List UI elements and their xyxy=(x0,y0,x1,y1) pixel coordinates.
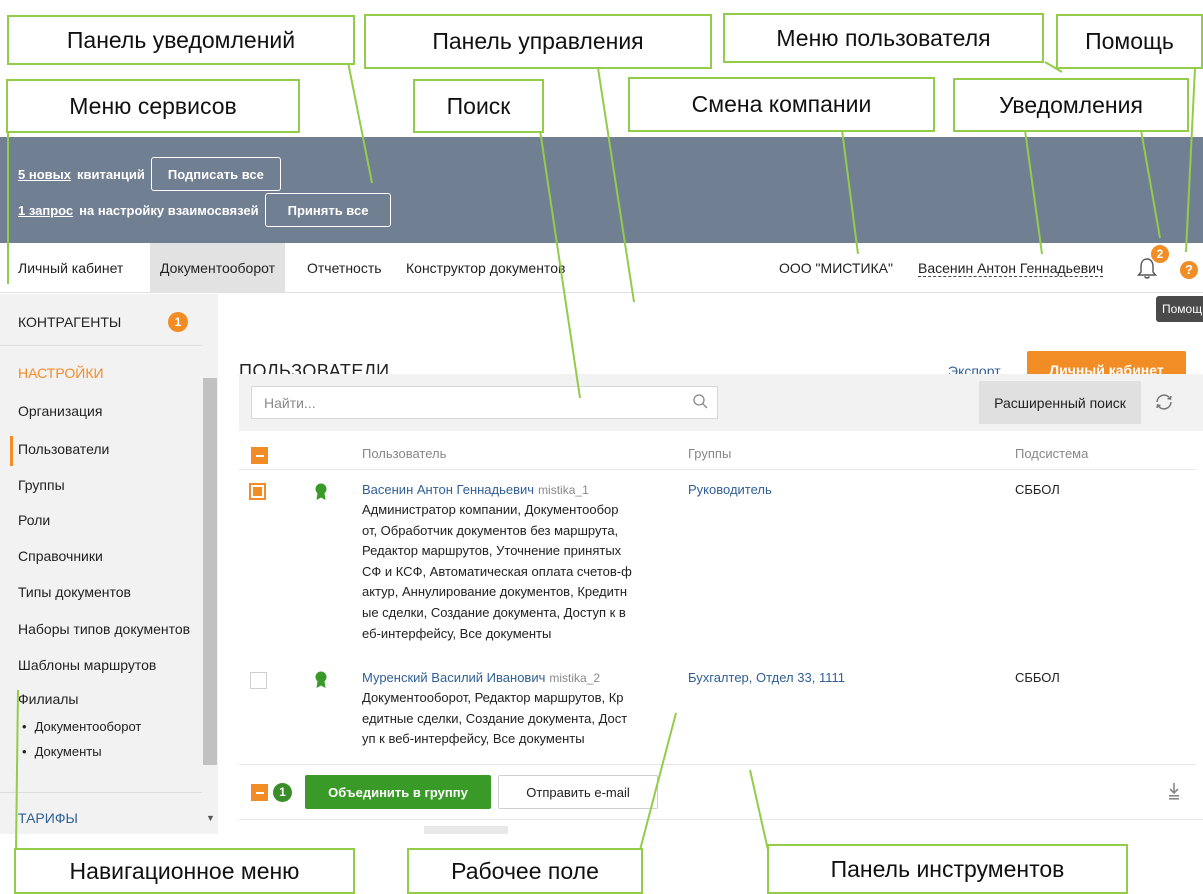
sidebar-item-route-templates[interactable]: Шаблоны маршрутов xyxy=(18,657,156,673)
subsystem-value: СББОЛ xyxy=(1015,482,1060,497)
callout-control-panel: Панель управления xyxy=(364,14,712,69)
download-icon[interactable] xyxy=(1167,782,1181,800)
user-roles: Документооборот, Редактор маршрутов, Кр … xyxy=(362,688,682,750)
sidebar-divider xyxy=(0,792,202,793)
help-tooltip: Помощь xyxy=(1156,296,1203,322)
notification-row-receipts: 5 новых квитанций Подписать все xyxy=(18,157,281,191)
user-menu[interactable]: Васенин Антон Геннадьевич xyxy=(918,260,1104,277)
send-email-button[interactable]: Отправить e-mail xyxy=(498,775,658,809)
service-reporting[interactable]: Отчетность xyxy=(307,243,382,293)
sidebar-item-directories[interactable]: Справочники xyxy=(18,548,103,564)
column-header-groups[interactable]: Группы xyxy=(688,446,731,461)
search-input[interactable] xyxy=(251,386,718,419)
sidebar-item-document-type-sets[interactable]: Наборы типов документов xyxy=(18,621,203,637)
pagination-fragment xyxy=(424,826,508,834)
roles-line: Документооборот, Редактор маршрутов, Кр xyxy=(362,690,624,705)
sidebar-subitem-documents[interactable]: Документы xyxy=(22,744,102,759)
select-all-checkbox[interactable] xyxy=(251,447,268,464)
roles-line: ые сделки, Создание документа, Доступ к … xyxy=(362,604,626,620)
column-header-user[interactable]: Пользователь xyxy=(362,446,446,461)
user-name[interactable]: Муренский Василий Иванович xyxy=(362,670,545,685)
roles-line: Администратор компании, Документообор xyxy=(362,502,619,517)
advanced-search-button[interactable]: Расширенный поиск xyxy=(979,381,1141,424)
callout-company-switch: Смена компании xyxy=(628,77,935,132)
group-link[interactable]: Бухгалтер xyxy=(688,670,749,685)
service-document-builder[interactable]: Конструктор документов xyxy=(406,243,565,293)
user-roles: Администратор компании, Документообор от… xyxy=(362,500,682,644)
service-document-flow[interactable]: Документооборот xyxy=(150,243,286,293)
notification-row-requests: 1 запрос на настройку взаимосвязей Приня… xyxy=(18,193,392,227)
merge-into-group-button[interactable]: Объединить в группу xyxy=(305,775,491,809)
sidebar-item-branches[interactable]: Филиалы xyxy=(18,691,78,707)
roles-line: от, Обработчик документов без маршрута, xyxy=(362,522,619,538)
group-link[interactable]: Руководитель xyxy=(688,482,772,497)
sidebar-item-users[interactable]: Пользователи xyxy=(18,441,109,457)
sidebar-settings-heading[interactable]: НАСТРОЙКИ xyxy=(18,365,104,381)
callout-search: Поиск xyxy=(413,79,544,133)
user-name[interactable]: Васенин Антон Геннадьевич xyxy=(362,482,534,497)
services-menu: Личный кабинет Документооборот Отчетност… xyxy=(0,243,1203,293)
callout-user-menu: Меню пользователя xyxy=(723,13,1044,63)
roles-line: актур, Аннулирование документов, Кредитн xyxy=(362,584,628,600)
notification-count-badge: 2 xyxy=(1151,245,1169,263)
sidebar-counterparties[interactable]: КОНТРАГЕНТЫ xyxy=(18,314,121,330)
column-header-subsystem[interactable]: Подсистема xyxy=(1015,446,1088,461)
new-receipts-link[interactable]: 5 новых xyxy=(18,167,71,182)
medal-icon xyxy=(315,483,327,500)
callout-navigation-menu: Навигационное меню xyxy=(14,848,355,894)
row-checkbox[interactable] xyxy=(249,483,266,500)
help-icon[interactable]: ? xyxy=(1180,261,1198,279)
group-link[interactable]: Отдел 33 xyxy=(756,670,812,685)
sidebar-subitem-document-flow[interactable]: Документооборот xyxy=(22,719,142,734)
callout-work-area: Рабочее поле xyxy=(407,848,643,894)
receipts-text: квитанций xyxy=(76,166,145,182)
row-checkbox[interactable] xyxy=(250,672,267,689)
selected-count-badge: 1 xyxy=(273,783,292,802)
callout-notifications: Уведомления xyxy=(953,78,1189,132)
user-login: mistika_1 xyxy=(538,483,589,497)
roles-line: уп к веб-интерфейсу, Все документы xyxy=(362,731,585,747)
user-login: mistika_2 xyxy=(549,671,601,685)
chevron-down-icon[interactable]: ▼ xyxy=(206,813,215,823)
group-separator: , xyxy=(811,670,819,685)
sidebar-active-indicator xyxy=(10,436,13,466)
callout-help: Помощь xyxy=(1056,14,1203,69)
group-separator: , xyxy=(748,670,757,685)
refresh-icon[interactable] xyxy=(1152,390,1176,414)
company-switch[interactable]: ООО "МИСТИКА" xyxy=(779,243,893,293)
sidebar-tariffs[interactable]: ТАРИФЫ xyxy=(18,810,78,826)
sidebar-scroll-thumb[interactable] xyxy=(203,378,217,765)
roles-line: Редактор маршрутов, Уточнение принятых xyxy=(362,543,622,559)
sign-all-button[interactable]: Подписать все xyxy=(150,157,281,191)
roles-line: едитные сделки, Создание документа, Дост xyxy=(362,710,628,726)
callout-notification-panel: Панель уведомлений xyxy=(7,15,355,65)
user-name-link[interactable]: Васенин Антон Геннадьевич mistika_1 xyxy=(362,482,589,497)
group-link[interactable]: 1111 xyxy=(819,670,845,685)
sidebar-divider xyxy=(0,345,202,346)
table-header-divider xyxy=(239,469,1196,470)
group-links: Бухгалтер, Отдел 33, 1111 xyxy=(688,670,845,685)
search-icon[interactable] xyxy=(692,393,710,411)
sidebar-item-groups[interactable]: Группы xyxy=(18,477,65,493)
counterparties-badge: 1 xyxy=(168,312,188,332)
request-link[interactable]: 1 запрос xyxy=(18,203,73,218)
sidebar-item-document-types[interactable]: Типы документов xyxy=(18,584,131,600)
subsystem-value: СББОЛ xyxy=(1015,670,1060,685)
callout-toolbar: Панель инструментов xyxy=(767,844,1128,894)
accept-all-button[interactable]: Принять все xyxy=(264,193,392,227)
medal-icon xyxy=(315,671,327,688)
request-text: на настройку взаимосвязей xyxy=(79,202,259,218)
roles-line: еб-интерфейсу, Все документы xyxy=(362,625,552,641)
service-personal-cabinet[interactable]: Личный кабинет xyxy=(18,243,123,293)
sidebar-item-roles[interactable]: Роли xyxy=(18,512,50,528)
user-name-link[interactable]: Муренский Василий Иванович mistika_2 xyxy=(362,670,600,685)
callout-services-menu: Меню сервисов xyxy=(6,79,300,133)
roles-line: СФ и КСФ, Автоматическая оплата счетов-ф xyxy=(362,563,632,579)
bulk-select-checkbox[interactable] xyxy=(251,784,268,801)
sidebar-item-organization[interactable]: Организация xyxy=(18,403,102,419)
